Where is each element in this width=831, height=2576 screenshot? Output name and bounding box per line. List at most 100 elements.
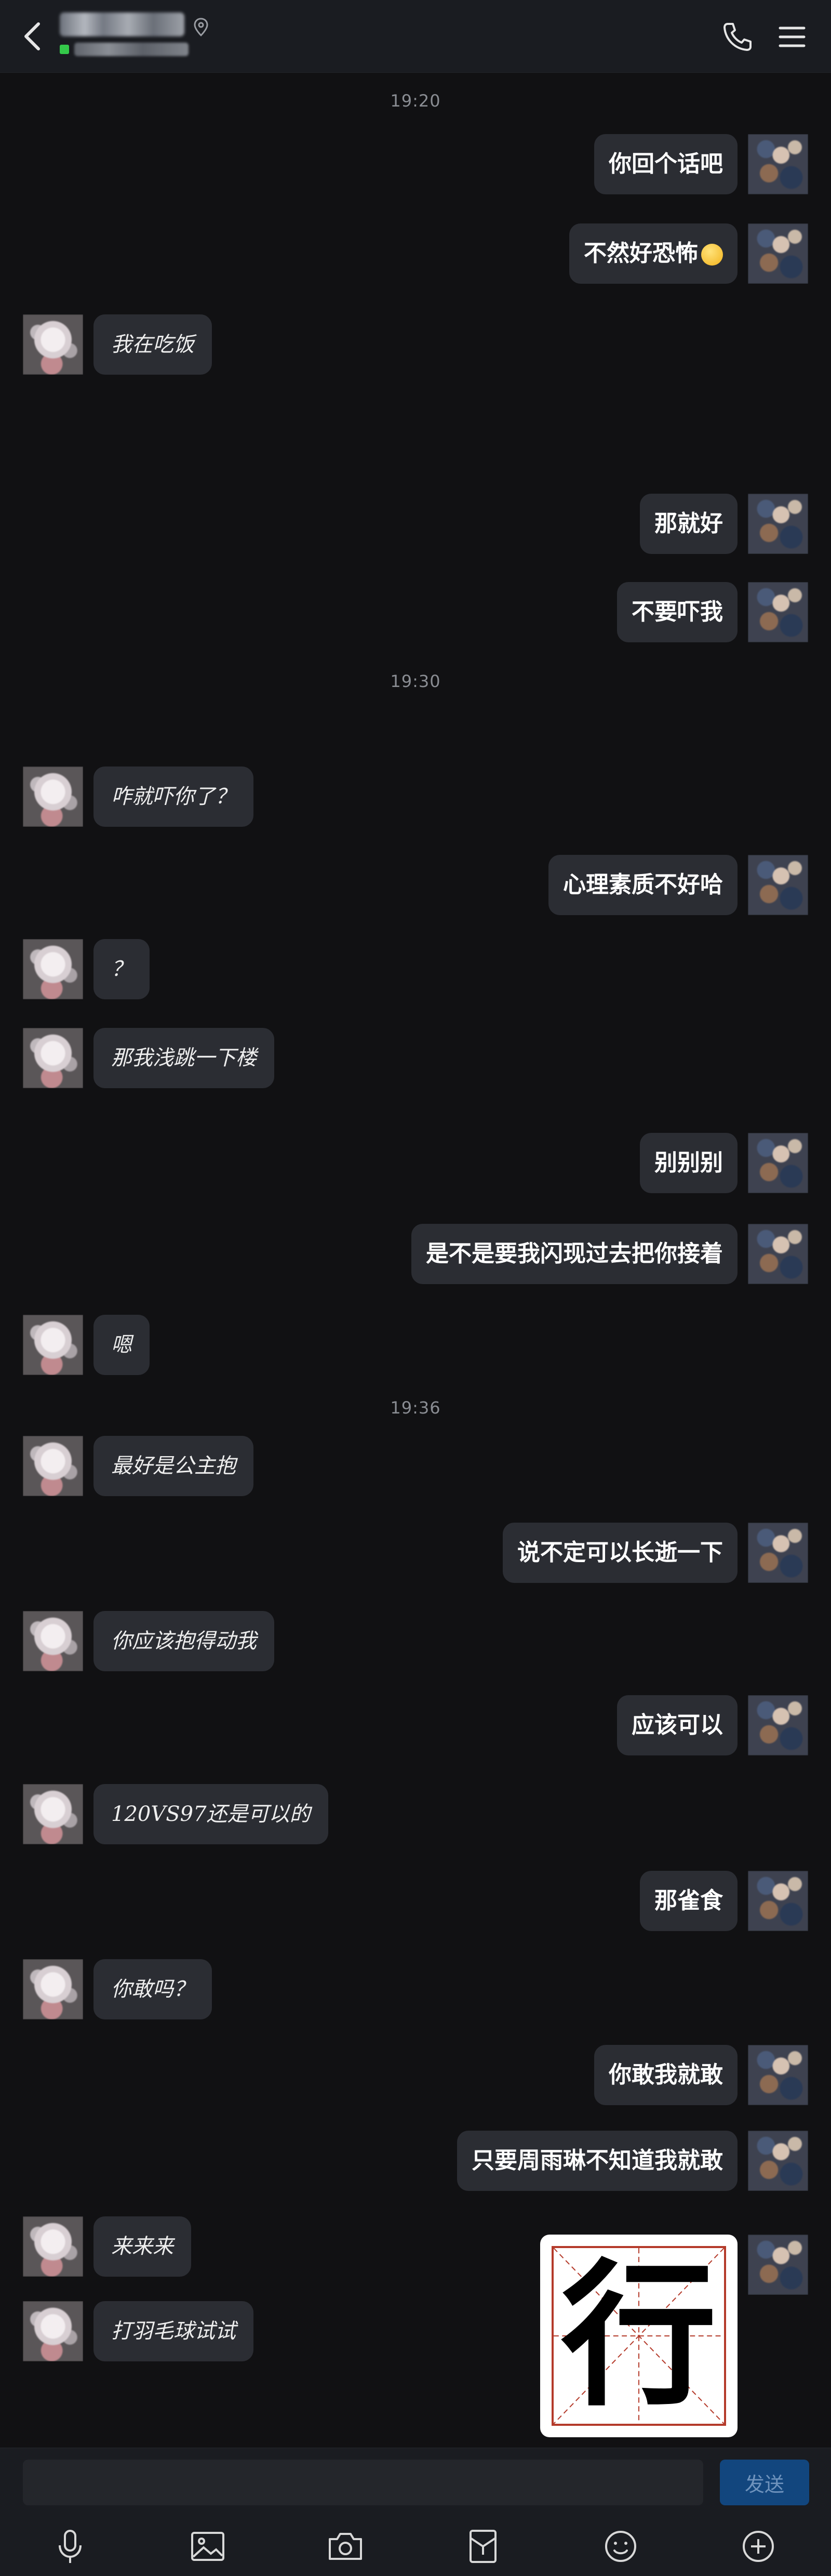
image-button[interactable] (187, 2526, 229, 2567)
plus-icon (743, 2531, 774, 2562)
avatar-image (748, 1133, 808, 1193)
self-avatar[interactable] (748, 1133, 808, 1193)
voice-call-button[interactable] (719, 19, 756, 55)
message-row: 我在吃饭 (0, 314, 831, 377)
contact-avatar[interactable] (23, 1436, 83, 1496)
sent-message-bubble[interactable]: 应该可以 (617, 1695, 738, 1755)
self-avatar[interactable] (748, 494, 808, 554)
contact-avatar[interactable] (23, 1611, 83, 1671)
sent-message-bubble[interactable]: 那雀食 (640, 1871, 738, 1931)
received-message-bubble[interactable]: 120VS97还是可以的 (93, 1784, 328, 1844)
sent-message-bubble[interactable]: 是不是要我闪现过去把你接着 (411, 1224, 738, 1284)
avatar-image (23, 1611, 83, 1671)
menu-button[interactable] (774, 20, 810, 54)
message-text: 咋就吓你了？ (111, 785, 236, 809)
received-message-bubble[interactable]: 你敢吗？ (93, 1959, 212, 2019)
contact-avatar[interactable] (23, 1784, 83, 1844)
self-avatar[interactable] (748, 582, 808, 642)
contact-avatar[interactable] (23, 939, 83, 999)
input-bar: 发送 (0, 2448, 831, 2514)
contact-title[interactable]: ■■■■■ ■■■■■■■ (60, 12, 278, 62)
face-emoji-icon (701, 244, 723, 266)
message-text: 那我浅跳一下楼 (111, 1046, 257, 1070)
send-button[interactable]: 发送 (720, 2460, 809, 2505)
phone-icon (723, 23, 752, 51)
timestamp: 19:30 (390, 671, 441, 691)
received-message-bubble[interactable]: 最好是公主抱 (93, 1436, 253, 1496)
message-text: 你回个话吧 (609, 151, 723, 177)
sent-message-bubble[interactable]: 你回个话吧 (594, 134, 738, 194)
avatar-image (748, 2045, 808, 2105)
sent-message-bubble[interactable]: 心理素质不好哈 (548, 855, 738, 915)
self-avatar[interactable] (748, 855, 808, 915)
self-avatar[interactable] (748, 2235, 808, 2295)
hamburger-menu-icon (779, 27, 806, 47)
sent-message-bubble[interactable]: 那就好 (640, 494, 738, 554)
avatar-image (23, 767, 83, 827)
self-avatar[interactable] (748, 2045, 808, 2105)
received-message-bubble[interactable]: 那我浅跳一下楼 (93, 1028, 274, 1088)
back-button[interactable] (16, 16, 52, 57)
camera-button[interactable] (325, 2526, 366, 2567)
message-row: 那雀食 (0, 1871, 831, 1933)
sent-message-bubble[interactable]: 说不定可以长逝一下 (503, 1523, 738, 1583)
avatar-image (23, 1784, 83, 1844)
self-avatar[interactable] (748, 1871, 808, 1931)
sent-message-bubble[interactable]: 只要周雨琳不知道我就敢 (457, 2131, 738, 2191)
message-text: 最好是公主抱 (111, 1454, 236, 1478)
sticker-character: 行 (561, 2245, 717, 2427)
status-row: ■■■■■■■ (60, 43, 278, 56)
sent-message-bubble[interactable]: 别别别 (640, 1133, 738, 1193)
message-text: 嗯 (111, 1333, 132, 1357)
self-avatar[interactable] (748, 134, 808, 194)
red-packet-button[interactable] (462, 2526, 504, 2567)
contact-avatar[interactable] (23, 1959, 83, 2019)
message-text: 心理素质不好哈 (563, 871, 723, 898)
message-row: 最好是公主抱 (0, 1436, 831, 1498)
message-text: 你应该抱得动我 (111, 1629, 257, 1653)
self-avatar[interactable] (748, 1523, 808, 1583)
message-text: 你敢我就敢 (609, 2062, 723, 2088)
received-message-bubble[interactable]: ？ (93, 939, 150, 999)
self-avatar[interactable] (748, 1695, 808, 1755)
chevron-left-icon (24, 22, 40, 50)
contact-avatar[interactable] (23, 767, 83, 827)
voice-message-button[interactable] (49, 2526, 91, 2567)
contact-avatar[interactable] (23, 1028, 83, 1088)
red-packet-icon (470, 2530, 497, 2563)
contact-avatar[interactable] (23, 314, 83, 375)
top-bar: ■■■■■ ■■■■■■■ (0, 0, 831, 73)
sent-message-bubble[interactable]: 你敢我就敢 (594, 2045, 738, 2105)
message-row: 不要吓我 (0, 582, 831, 644)
message-row: ？ (0, 939, 831, 1001)
location-pin-icon (192, 17, 210, 37)
received-message-bubble[interactable]: 你应该抱得动我 (93, 1611, 274, 1671)
message-text: 我在吃饭 (111, 333, 194, 356)
message-row: 别别别 (0, 1133, 831, 1195)
sticker-message[interactable]: 行 (540, 2235, 738, 2437)
avatar-image (23, 939, 83, 999)
sent-message-bubble[interactable]: 不要吓我 (617, 582, 738, 642)
emoji-button[interactable] (600, 2526, 641, 2567)
message-text: 不要吓我 (632, 599, 723, 625)
self-avatar[interactable] (748, 2131, 808, 2191)
message-text: 不然好恐怖 (584, 240, 698, 267)
self-avatar[interactable] (748, 1224, 808, 1284)
message-text: 120VS97还是可以的 (111, 1802, 311, 1826)
message-row: 120VS97还是可以的 (0, 1784, 831, 1846)
message-row: 应该可以 (0, 1695, 831, 1758)
message-input[interactable] (23, 2460, 703, 2505)
sent-message-bubble[interactable]: 不然好恐怖 (569, 223, 738, 284)
message-text: ？ (111, 957, 132, 981)
received-message-bubble[interactable]: 嗯 (93, 1315, 150, 1375)
self-avatar[interactable] (748, 223, 808, 284)
avatar-image (748, 494, 808, 554)
message-text: 那雀食 (654, 1887, 723, 1914)
received-message-bubble[interactable]: 我在吃饭 (93, 314, 212, 375)
more-button[interactable] (738, 2526, 779, 2567)
message-row: 是不是要我闪现过去把你接着 (0, 1224, 831, 1286)
contact-avatar[interactable] (23, 1315, 83, 1375)
message-text: 你敢吗？ (111, 1977, 194, 2001)
message-list[interactable]: 19:20 你回个话吧 不然好恐怖 我在吃饭 那就好 不要吓我 19:30 咋就吓你了？ 心理素… (0, 73, 831, 2448)
received-message-bubble[interactable]: 咋就吓你了？ (93, 767, 253, 827)
